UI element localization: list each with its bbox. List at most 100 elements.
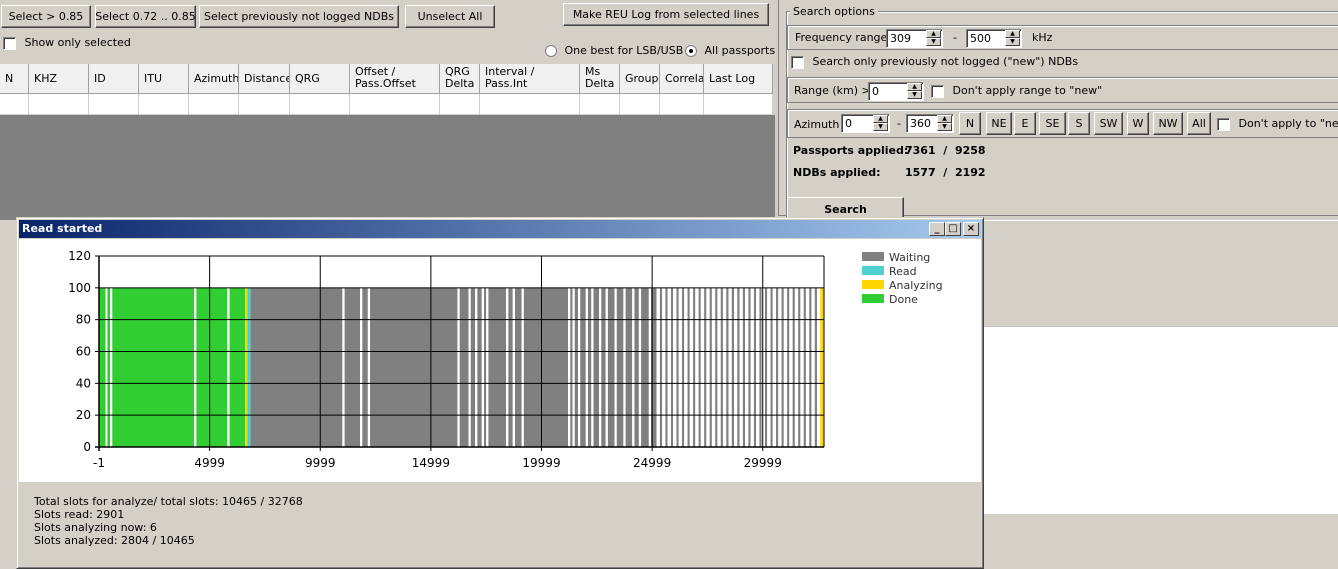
bar-segment-waiting [709,287,712,447]
show-only-selected-checkbox[interactable]: Show only selected [3,36,131,50]
select-gt-085-button[interactable]: Select > 0.85 [1,5,91,28]
grid-cell[interactable] [89,94,139,115]
frequency-range-label: Frequency range: [795,31,892,44]
direction-button-e[interactable]: E [1014,112,1036,135]
spin-up-icon[interactable]: ▲ [907,83,922,91]
close-icon[interactable]: × [963,222,979,236]
stat-slots-read: Slots read: 2901 [34,508,125,521]
bar-segment-waiting [607,287,615,447]
one-best-radio[interactable]: One best for LSB/USB [545,44,683,57]
freq-from-spinner[interactable]: 309 ▲ ▼ [886,29,943,48]
results-grid-empty-row[interactable] [0,94,773,115]
column-header-interval-pass-int[interactable]: Interval / Pass.Int [480,64,580,94]
bar-segment-empty [656,287,660,447]
bar-segment-empty [638,287,642,447]
bar-segment-waiting [704,287,707,447]
checkbox-box[interactable] [931,84,944,98]
column-header-qrg[interactable]: QRG [290,64,350,94]
range-no-new-label: Don't apply range to "new" [952,84,1103,97]
grid-cell[interactable] [480,94,580,115]
column-header-azimuth[interactable]: Azimuth [189,64,239,94]
bar-segment-empty [105,287,108,447]
azimuth-from-spinner[interactable]: 0 ▲ ▼ [841,114,890,133]
direction-button-n[interactable]: N [959,112,981,135]
column-header-qrg-delta[interactable]: QRG Delta [440,64,480,94]
column-header-khz[interactable]: KHZ [29,64,89,94]
radio-circle-selected[interactable] [685,45,697,57]
checkbox-box[interactable] [3,36,16,50]
bar-segment-empty [816,287,821,447]
bar-segment-empty [800,287,804,447]
grid-cell[interactable] [350,94,440,115]
direction-button-sw[interactable]: SW [1094,112,1123,135]
grid-cell[interactable] [704,94,773,115]
minimize-icon[interactable]: _ [929,222,945,236]
bar-segment-empty [706,287,710,447]
grid-cell[interactable] [580,94,620,115]
grid-cell[interactable] [0,94,29,115]
select-not-logged-button[interactable]: Select previously not logged NDBs [199,5,399,28]
column-header-correlat[interactable]: Correlat [660,64,704,94]
column-header-group[interactable]: Group [620,64,660,94]
azimuth-to-spinner[interactable]: 360 ▲ ▼ [906,114,954,133]
direction-button-all[interactable]: All [1187,112,1211,135]
column-header-itu[interactable]: ITU [139,64,189,94]
direction-button-nw[interactable]: NW [1153,112,1183,135]
radio-circle[interactable] [545,45,557,57]
only-not-logged-checkbox[interactable]: Search only previously not logged ("new"… [791,55,1078,69]
bar-segment-waiting [484,287,487,447]
spin-down-icon[interactable]: ▼ [1005,38,1020,46]
bar-segment-analyzing [820,287,824,447]
spin-up-icon[interactable]: ▲ [926,30,941,38]
bar-segment-empty [673,287,677,447]
checkbox-box[interactable] [791,55,804,69]
make-reu-log-button[interactable]: Make REU Log from selected lines [563,3,769,26]
x-tick-label: 19999 [522,456,560,470]
bar-segment-waiting [753,287,757,447]
spin-down-icon[interactable]: ▼ [937,123,952,131]
bar-segment-empty [342,287,345,447]
column-header-ms-delta[interactable]: Ms Delta [580,64,620,94]
direction-button-ne[interactable]: NE [986,112,1012,135]
column-header-id[interactable]: ID [89,64,139,94]
grid-cell[interactable] [440,94,480,115]
column-header-last-log[interactable]: Last Log [704,64,773,94]
grid-cell[interactable] [660,94,704,115]
spin-up-icon[interactable]: ▲ [1005,30,1020,38]
spin-up-icon[interactable]: ▲ [873,115,888,123]
grid-cell[interactable] [139,94,189,115]
spin-down-icon[interactable]: ▼ [873,123,888,131]
all-passports-label: All passports [704,44,776,57]
grid-cell[interactable] [620,94,660,115]
legend-label-waiting: Waiting [889,251,930,264]
grid-cell[interactable] [290,94,350,115]
spin-down-icon[interactable]: ▼ [926,38,941,46]
direction-button-se[interactable]: SE [1039,112,1066,135]
maximize-icon[interactable]: □ [945,222,961,236]
bar-segment-waiting [798,287,801,447]
spin-down-icon[interactable]: ▼ [907,91,922,99]
window-titlebar[interactable]: Read started _ □ × [19,220,981,238]
chart-svg: 0 20 40 60 80 100 120 -1 4999 9999 14999 19999 24999… [68,249,943,470]
grid-cell[interactable] [29,94,89,115]
y-tick-label: 0 [83,440,91,454]
direction-button-w[interactable]: W [1127,112,1149,135]
direction-button-s[interactable]: S [1068,112,1090,135]
grid-cell[interactable] [239,94,290,115]
bar-segment-waiting [693,287,696,447]
checkbox-box[interactable] [1217,117,1230,131]
unselect-all-button[interactable]: Unselect All [405,5,495,28]
range-spinner[interactable]: 0 ▲ ▼ [868,82,924,101]
grid-cell[interactable] [189,94,239,115]
all-passports-radio[interactable]: All passports [685,44,775,57]
column-header-n[interactable]: N [0,64,29,94]
bar-segment-waiting [676,287,679,447]
spin-up-icon[interactable]: ▲ [937,115,952,123]
range-no-new-checkbox[interactable]: Don't apply range to "new" [931,84,1102,98]
select-072-085-button[interactable]: Select 0.72 .. 0.85 [95,5,196,28]
column-header-distance[interactable]: Distance [239,64,290,94]
y-tick-label: 40 [76,376,91,390]
column-header-offset-pass-offset[interactable]: Offset / Pass.Offset [350,64,440,94]
azimuth-no-new-checkbox[interactable]: Don't apply to "new" [1217,117,1338,131]
freq-to-spinner[interactable]: 500 ▲ ▼ [966,29,1022,48]
